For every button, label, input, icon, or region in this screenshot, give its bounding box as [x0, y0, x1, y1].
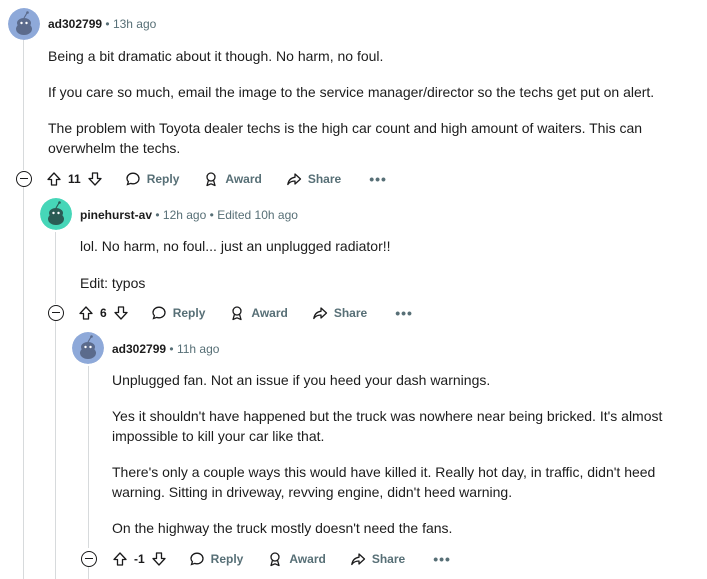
edited-label: Edited 10h ago	[217, 208, 298, 222]
collapse-thread-button[interactable]	[16, 171, 32, 187]
share-icon	[350, 553, 365, 566]
share-icon	[312, 307, 327, 320]
upvote-button[interactable]	[78, 305, 94, 321]
thread-line-outer	[23, 186, 24, 579]
award-icon	[270, 552, 281, 567]
thread-line-outer-2	[55, 320, 56, 579]
downvote-icon	[114, 306, 128, 320]
more-options-button[interactable]: •••	[433, 551, 451, 567]
avatar[interactable]	[40, 198, 72, 230]
upvote-icon	[79, 306, 93, 320]
share-label: Share	[333, 306, 368, 320]
share-button[interactable]: Share	[286, 171, 341, 187]
comment-header: ad302799 • 13h ago	[48, 17, 156, 31]
award-icon	[206, 172, 217, 187]
downvote-button[interactable]	[151, 551, 167, 567]
timestamp[interactable]: 11h ago	[177, 342, 220, 356]
reply-button[interactable]: Reply	[189, 551, 244, 567]
thread-line-outer-3	[88, 566, 89, 579]
award-label: Award	[225, 172, 262, 186]
thread-line-1	[23, 40, 24, 170]
separator-dot: •	[169, 342, 177, 356]
comment-header: ad302799 • 11h ago	[112, 342, 219, 356]
vote-score: 6	[100, 306, 107, 320]
downvote-icon	[88, 172, 102, 186]
reply-label: Reply	[210, 552, 244, 566]
comment-paragraph: Yes it shouldn't have happened but the t…	[112, 408, 663, 444]
share-button[interactable]: Share	[312, 305, 367, 321]
author-name[interactable]: pinehurst-av	[80, 208, 152, 222]
separator-dot: •	[105, 17, 113, 31]
reply-label: Reply	[172, 306, 206, 320]
comment-paragraph: The problem with Toyota dealer techs is …	[48, 120, 643, 156]
comment-paragraph: Unplugged fan. Not an issue if you heed …	[112, 372, 491, 388]
upvote-button[interactable]	[112, 551, 128, 567]
thread-line-3	[88, 366, 89, 548]
comment-paragraph: There's only a couple ways this would ha…	[112, 464, 656, 500]
comment-bubble-icon	[126, 172, 140, 186]
comment-actions: -1 Reply Award Share •••	[112, 545, 451, 573]
comment-header: pinehurst-av • 12h ago • Edited 10h ago	[80, 208, 298, 222]
reply-label: Reply	[146, 172, 180, 186]
upvote-icon	[47, 172, 61, 186]
comment-bubble-icon	[152, 306, 166, 320]
upvote-button[interactable]	[46, 171, 62, 187]
snoo-avatar-icon	[40, 198, 72, 230]
timestamp[interactable]: 12h ago	[163, 208, 206, 222]
comment-paragraph: Edit: typos	[80, 275, 146, 291]
more-options-button[interactable]: •••	[395, 305, 413, 321]
share-label: Share	[371, 552, 406, 566]
comment-paragraph: If you care so much, email the image to …	[48, 84, 655, 100]
downvote-icon	[152, 552, 166, 566]
more-options-button[interactable]: •••	[369, 171, 387, 187]
collapse-thread-button[interactable]	[48, 305, 64, 321]
upvote-icon	[113, 552, 127, 566]
snoo-avatar-icon	[8, 8, 40, 40]
avatar[interactable]	[72, 332, 104, 364]
comment-paragraph: lol. No harm, no foul... just an unplugg…	[80, 238, 391, 254]
award-label: Award	[289, 552, 326, 566]
comment-actions: 6 Reply Award Share •••	[78, 299, 413, 327]
downvote-button[interactable]	[113, 305, 129, 321]
thread-line-2	[55, 232, 56, 304]
award-button[interactable]: Award	[267, 551, 326, 567]
author-name[interactable]: ad302799	[48, 17, 102, 31]
vote-score: -1	[134, 552, 145, 566]
award-label: Award	[251, 306, 288, 320]
comment-bubble-icon	[190, 552, 204, 566]
collapse-thread-button[interactable]	[81, 551, 97, 567]
award-button[interactable]: Award	[229, 305, 288, 321]
share-label: Share	[307, 172, 342, 186]
award-icon	[232, 306, 243, 321]
share-button[interactable]: Share	[350, 551, 405, 567]
timestamp[interactable]: 13h ago	[113, 17, 156, 31]
separator-dot: •	[155, 208, 163, 222]
comment-paragraph: Being a bit dramatic about it though. No…	[48, 48, 384, 64]
reply-button[interactable]: Reply	[151, 305, 206, 321]
author-name[interactable]: ad302799	[112, 342, 166, 356]
award-button[interactable]: Award	[203, 171, 262, 187]
comment-actions: 11 Reply Award Share •••	[46, 165, 387, 193]
snoo-avatar-icon	[72, 332, 104, 364]
vote-score: 11	[68, 172, 81, 186]
reply-button[interactable]: Reply	[125, 171, 180, 187]
share-icon	[286, 173, 301, 186]
downvote-button[interactable]	[87, 171, 103, 187]
avatar[interactable]	[8, 8, 40, 40]
comment-paragraph: On the highway the truck mostly doesn't …	[112, 520, 453, 536]
